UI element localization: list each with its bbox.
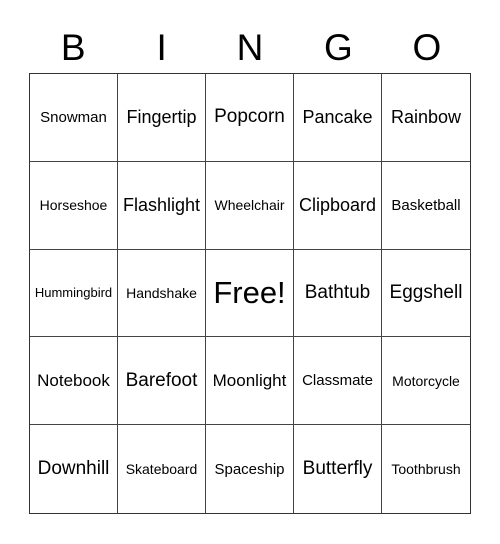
bingo-cell[interactable]: Barefoot: [118, 337, 206, 426]
bingo-cell[interactable]: Popcorn: [206, 74, 294, 162]
header-letter-o: O: [412, 27, 442, 68]
bingo-cell[interactable]: Butterfly: [294, 425, 382, 513]
bingo-cell[interactable]: Clipboard: [294, 161, 382, 250]
bingo-cell[interactable]: Basketball: [382, 162, 470, 250]
bingo-cell[interactable]: Spaceship: [206, 425, 294, 513]
bingo-cell[interactable]: Toothbrush: [382, 425, 470, 513]
bingo-cell[interactable]: Eggshell: [382, 250, 470, 338]
bingo-cell[interactable]: Flashlight: [118, 161, 206, 250]
free-space-cell[interactable]: Free!: [206, 249, 294, 338]
bingo-cell[interactable]: Hummingbird: [30, 249, 118, 338]
bingo-header: B I N G O: [29, 26, 471, 70]
bingo-cell[interactable]: Handshake: [118, 249, 206, 338]
bingo-cell[interactable]: Skateboard: [118, 425, 206, 513]
bingo-cell[interactable]: Bathtub: [294, 249, 382, 338]
bingo-cell[interactable]: Horseshoe: [30, 161, 118, 250]
bingo-card-grid: Snowman Fingertip Popcorn Pancake Rainbo…: [29, 73, 471, 514]
bingo-cell[interactable]: Snowman: [30, 74, 118, 162]
bingo-cell[interactable]: Rainbow: [382, 74, 470, 162]
bingo-cell[interactable]: Motorcycle: [382, 337, 470, 426]
bingo-cell[interactable]: Notebook: [30, 337, 118, 426]
header-letter-b: B: [60, 27, 86, 68]
bingo-cell[interactable]: Pancake: [294, 74, 382, 162]
bingo-cell[interactable]: Moonlight: [206, 337, 294, 426]
header-letter-n: N: [236, 27, 264, 68]
bingo-cell[interactable]: Wheelchair: [206, 161, 294, 250]
header-letter-i: I: [156, 27, 167, 68]
header-letter-g: G: [324, 27, 353, 68]
bingo-cell[interactable]: Fingertip: [118, 74, 206, 162]
bingo-cell[interactable]: Classmate: [294, 337, 382, 426]
bingo-cell[interactable]: Downhill: [30, 425, 118, 513]
